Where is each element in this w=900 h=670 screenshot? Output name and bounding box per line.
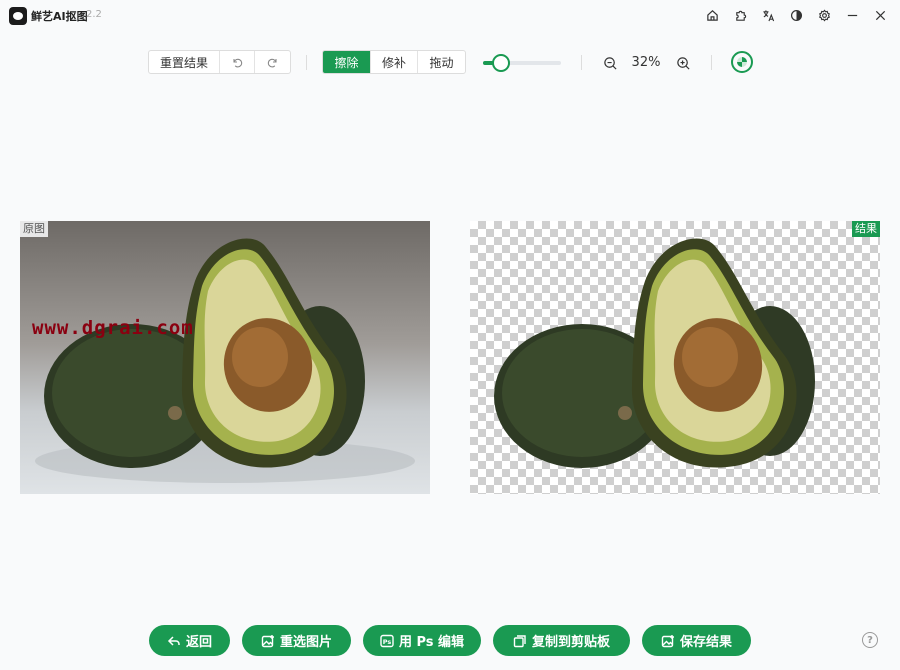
toolbar-divider <box>581 55 582 70</box>
copy-to-clipboard-button[interactable]: 复制到剪贴板 <box>493 625 630 656</box>
zoom-in-button[interactable] <box>674 54 692 72</box>
zoom-out-button[interactable] <box>601 54 619 72</box>
ps-icon: Ps <box>380 634 394 647</box>
back-button[interactable]: 返回 <box>149 625 230 656</box>
mode-repair-button[interactable]: 修补 <box>371 51 418 73</box>
svg-text:Ps: Ps <box>383 638 392 646</box>
redo-icon <box>267 58 277 68</box>
brush-size-slider[interactable] <box>483 54 561 72</box>
reset-result-button[interactable]: 重置结果 <box>149 51 220 73</box>
title-bar: 鲜艺AI抠图 2.2 <box>0 0 900 32</box>
avocado-original-image <box>35 238 415 483</box>
brush-size-handle[interactable] <box>492 54 510 72</box>
toolbar-divider <box>306 55 307 70</box>
puzzle-icon[interactable] <box>726 4 754 26</box>
original-label: 原图 <box>20 221 48 237</box>
close-icon[interactable] <box>866 4 894 26</box>
reselect-image-button[interactable]: 重选图片 <box>242 625 351 656</box>
back-icon <box>167 635 180 646</box>
translate-icon[interactable] <box>754 4 782 26</box>
copy-icon <box>513 634 526 647</box>
app-logo-icon <box>9 7 27 25</box>
original-image-panel[interactable]: 原图 www.dgrai.com <box>20 221 430 494</box>
toolbar-divider <box>711 55 712 70</box>
history-group: 重置结果 <box>148 50 291 74</box>
undo-icon <box>233 58 243 68</box>
contrast-icon[interactable] <box>782 4 810 26</box>
edit-in-ps-label: 用 Ps 编辑 <box>398 635 465 650</box>
app-title: 鲜艺AI抠图 <box>31 10 88 23</box>
redo-button[interactable] <box>255 51 290 73</box>
editor-toolbar: 重置结果 擦除 修补 拖动 32% <box>0 50 900 76</box>
help-icon[interactable]: ? <box>862 632 878 648</box>
minimize-icon[interactable] <box>838 4 866 26</box>
zoom-in-icon <box>676 56 690 70</box>
back-button-label: 返回 <box>185 635 212 650</box>
settings-icon[interactable] <box>810 4 838 26</box>
zoom-out-icon <box>603 56 617 70</box>
compare-view-button[interactable] <box>731 51 753 73</box>
home-icon[interactable] <box>698 4 726 26</box>
save-result-label: 保存结果 <box>679 635 732 650</box>
avocado-cutout-image <box>494 238 815 468</box>
save-image-icon <box>661 634 674 647</box>
mode-group: 擦除 修补 拖动 <box>322 50 466 74</box>
zoom-level: 32% <box>631 55 661 70</box>
image-add-icon <box>261 634 274 647</box>
reselect-image-label: 重选图片 <box>279 635 332 650</box>
undo-button[interactable] <box>220 51 255 73</box>
action-bar: 返回 重选图片 Ps 用 Ps 编辑 复制到剪贴板 保存结果 <box>0 625 900 657</box>
mode-erase-button[interactable]: 擦除 <box>323 51 371 73</box>
copy-to-clipboard-label: 复制到剪贴板 <box>531 635 610 650</box>
edit-in-ps-button[interactable]: Ps 用 Ps 编辑 <box>363 625 481 656</box>
mode-drag-button[interactable]: 拖动 <box>418 51 465 73</box>
watermark-text: www.dgrai.com <box>32 317 194 339</box>
app-version: 2.2 <box>86 9 102 20</box>
result-image-panel[interactable]: 结果 <box>470 221 880 494</box>
result-label: 结果 <box>852 221 880 237</box>
save-result-button[interactable]: 保存结果 <box>642 625 751 656</box>
